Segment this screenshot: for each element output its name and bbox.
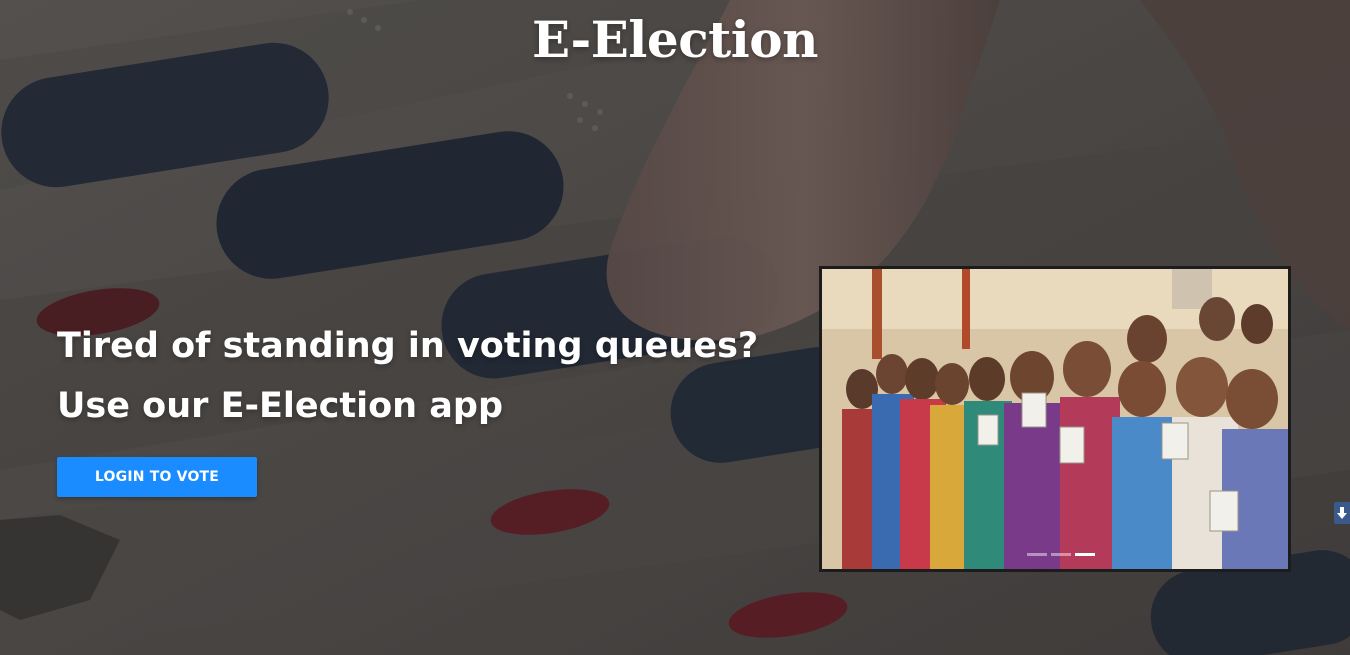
arrow-down-icon (1337, 507, 1347, 519)
image-carousel[interactable] (819, 266, 1291, 572)
carousel-indicators (1027, 553, 1095, 556)
scroll-down-widget[interactable] (1334, 502, 1350, 524)
login-to-vote-button[interactable]: LOGIN TO VOTE (57, 457, 257, 497)
hero-headline-line1: Tired of standing in voting queues? (57, 326, 759, 366)
carousel-indicator-1[interactable] (1027, 553, 1047, 556)
hero-headline-line2: Use our E-Election app (57, 386, 504, 426)
hero-section: E-Election Tired of standing in voting q… (0, 0, 1350, 655)
brand-title: E-Election (532, 10, 818, 69)
carousel-slide-image (822, 269, 1288, 569)
carousel-indicator-3[interactable] (1075, 553, 1095, 556)
carousel-indicator-2[interactable] (1051, 553, 1071, 556)
